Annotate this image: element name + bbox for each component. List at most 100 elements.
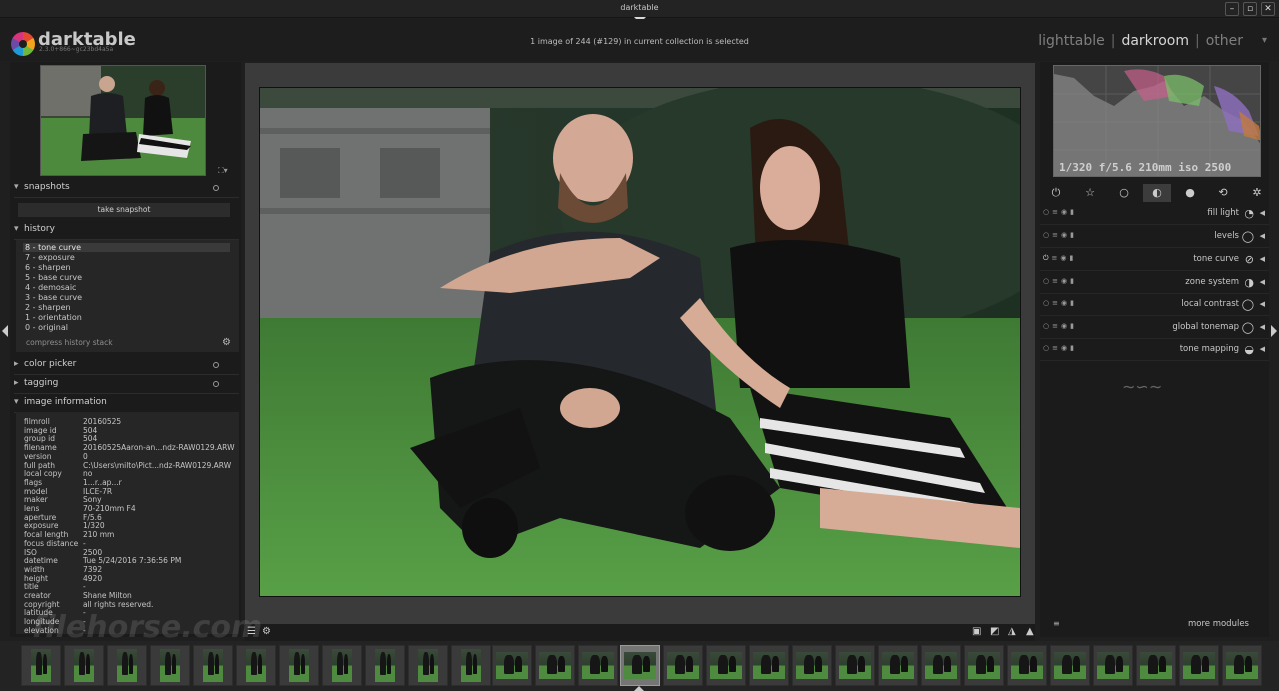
bottom-panel-toggle-icon[interactable]: [634, 686, 644, 691]
filmstrip-thumbnail[interactable]: [492, 645, 532, 686]
filmstrip-thumbnail[interactable]: [878, 645, 918, 686]
color-group-icon[interactable]: ●: [1176, 184, 1204, 202]
history-item[interactable]: 3 - base curve: [25, 293, 82, 302]
styles-icon[interactable]: ⚙: [262, 626, 271, 637]
menu-icon[interactable]: ≡: [1052, 322, 1058, 330]
history-item[interactable]: 7 - exposure: [25, 253, 75, 262]
filmstrip-thumbnail[interactable]: [792, 645, 832, 686]
maximize-button[interactable]: ▫: [1243, 2, 1257, 16]
filmstrip-thumbnail[interactable]: [706, 645, 746, 686]
filmstrip-thumbnail[interactable]: [451, 645, 491, 686]
reset-icon[interactable]: ◉: [1060, 254, 1066, 263]
presets-icon[interactable]: ▮: [1070, 208, 1074, 216]
presets-icon[interactable]: ▮: [1070, 277, 1074, 285]
module-levels[interactable]: ○ ≡ ◉ ▮ levels ◯ ◀: [1040, 226, 1269, 248]
presets-icon[interactable]: ▮: [1070, 254, 1074, 263]
power-icon[interactable]: ○: [1043, 208, 1049, 216]
filmstrip-thumbnail[interactable]: [365, 645, 405, 686]
module-tone-mapping[interactable]: ○ ≡ ◉ ▮ tone mapping ◒ ◀: [1040, 339, 1269, 361]
create-style-icon[interactable]: ⚙: [222, 337, 231, 348]
expand-arrow-icon[interactable]: ◀: [1260, 232, 1265, 240]
reset-icon[interactable]: [213, 381, 219, 387]
reset-icon[interactable]: ◉: [1061, 277, 1067, 285]
module-global-tonemap[interactable]: ○ ≡ ◉ ▮ global tonemap ◯ ◀: [1040, 317, 1269, 339]
module-local-contrast[interactable]: ○ ≡ ◉ ▮ local contrast ◯ ◀: [1040, 294, 1269, 316]
basic-group-icon[interactable]: ○: [1110, 184, 1138, 202]
active-modules-icon[interactable]: ⏻: [1042, 184, 1070, 202]
module-tone-curve[interactable]: ⏻ ≡ ◉ ▮ tone curve ⊘ ◀: [1040, 249, 1269, 271]
section-image-information[interactable]: ▾ image information: [14, 397, 239, 413]
power-icon[interactable]: ⏻: [1043, 254, 1049, 263]
filmstrip-thumbnail[interactable]: [279, 645, 319, 686]
chevron-down-icon[interactable]: ▾: [1262, 35, 1267, 46]
color-assessment-icon[interactable]: ▣: [972, 626, 981, 637]
filmstrip-thumbnail[interactable]: [1222, 645, 1262, 686]
minimize-button[interactable]: –: [1225, 2, 1239, 16]
filmstrip-thumbnail[interactable]: [322, 645, 362, 686]
correct-group-icon[interactable]: ⟲: [1209, 184, 1237, 202]
take-snapshot-button[interactable]: take snapshot: [18, 203, 230, 217]
compress-history-button[interactable]: compress history stack: [26, 338, 113, 347]
favorites-icon[interactable]: ☆: [1076, 184, 1104, 202]
reset-icon[interactable]: ◉: [1061, 299, 1067, 307]
filmstrip-thumbnail[interactable]: [835, 645, 875, 686]
edited-photo[interactable]: [259, 87, 1021, 597]
reset-icon[interactable]: [213, 362, 219, 368]
view-other[interactable]: other: [1206, 33, 1243, 49]
presets-icon[interactable]: ▮: [1070, 231, 1074, 239]
expand-arrow-icon[interactable]: ◀: [1260, 345, 1265, 353]
expand-icon[interactable]: ⛶▾: [218, 166, 228, 176]
navigation-thumbnail[interactable]: [40, 65, 206, 176]
filmstrip-thumbnail[interactable]: [921, 645, 961, 686]
filmstrip-thumbnail[interactable]: [964, 645, 1004, 686]
filmstrip-thumbnail[interactable]: [1136, 645, 1176, 686]
expand-arrow-icon[interactable]: ◀: [1260, 255, 1265, 263]
section-color-picker[interactable]: ▸ color picker: [14, 359, 239, 375]
view-darkroom[interactable]: darkroom: [1121, 33, 1189, 49]
filmstrip-thumbnail[interactable]: [578, 645, 618, 686]
history-item[interactable]: 2 - sharpen: [25, 303, 71, 312]
menu-icon[interactable]: ≡: [1052, 344, 1058, 352]
history-item[interactable]: 8 - tone curve: [23, 243, 230, 252]
power-icon[interactable]: ○: [1043, 299, 1049, 307]
power-icon[interactable]: ○: [1043, 322, 1049, 330]
filmstrip-thumbnail[interactable]: [663, 645, 703, 686]
left-panel-toggle-icon[interactable]: [2, 325, 8, 337]
expand-arrow-icon[interactable]: ◀: [1260, 278, 1265, 286]
power-icon[interactable]: ○: [1043, 231, 1049, 239]
raw-overexposed-icon[interactable]: ◮: [1008, 626, 1016, 637]
module-fill-light[interactable]: ○ ≡ ◉ ▮ fill light ◔ ◀: [1040, 203, 1269, 225]
reset-icon[interactable]: [213, 185, 219, 191]
filmstrip-thumbnail[interactable]: [236, 645, 276, 686]
menu-icon[interactable]: ≡: [1053, 619, 1060, 628]
expand-arrow-icon[interactable]: ◀: [1260, 300, 1265, 308]
right-panel-toggle-icon[interactable]: [1271, 325, 1277, 337]
history-item[interactable]: 1 - orientation: [25, 313, 82, 322]
section-tagging[interactable]: ▸ tagging: [14, 378, 239, 394]
gamut-check-icon[interactable]: ▲: [1026, 626, 1034, 637]
menu-icon[interactable]: ≡: [1052, 254, 1058, 263]
history-item[interactable]: 5 - base curve: [25, 273, 82, 282]
reset-icon[interactable]: ◉: [1061, 208, 1067, 216]
filmstrip-thumbnail[interactable]: [107, 645, 147, 686]
filmstrip-thumbnail[interactable]: [64, 645, 104, 686]
filmstrip-thumbnail[interactable]: [749, 645, 789, 686]
filmstrip-thumbnail[interactable]: [150, 645, 190, 686]
filmstrip-thumbnail[interactable]: [408, 645, 448, 686]
histogram[interactable]: 1/320 f/5.6 210mm iso 2500: [1053, 65, 1261, 177]
section-snapshots[interactable]: ▾ snapshots: [14, 182, 239, 198]
presets-icon[interactable]: ▮: [1070, 322, 1074, 330]
presets-icon[interactable]: ▮: [1070, 299, 1074, 307]
history-item[interactable]: 4 - demosaic: [25, 283, 76, 292]
filmstrip-thumbnail[interactable]: [193, 645, 233, 686]
filmstrip-thumbnail[interactable]: [1050, 645, 1090, 686]
section-history[interactable]: ▾ history: [14, 224, 239, 240]
menu-icon[interactable]: ≡: [1052, 299, 1058, 307]
softproof-icon[interactable]: ◩: [990, 626, 999, 637]
filmstrip-thumbnail[interactable]: [1093, 645, 1133, 686]
history-item[interactable]: 6 - sharpen: [25, 263, 71, 272]
filmstrip-thumbnail-selected[interactable]: [620, 645, 660, 686]
filmstrip-thumbnail[interactable]: [535, 645, 575, 686]
presets-icon[interactable]: ▮: [1070, 344, 1074, 352]
reset-icon[interactable]: ◉: [1061, 322, 1067, 330]
